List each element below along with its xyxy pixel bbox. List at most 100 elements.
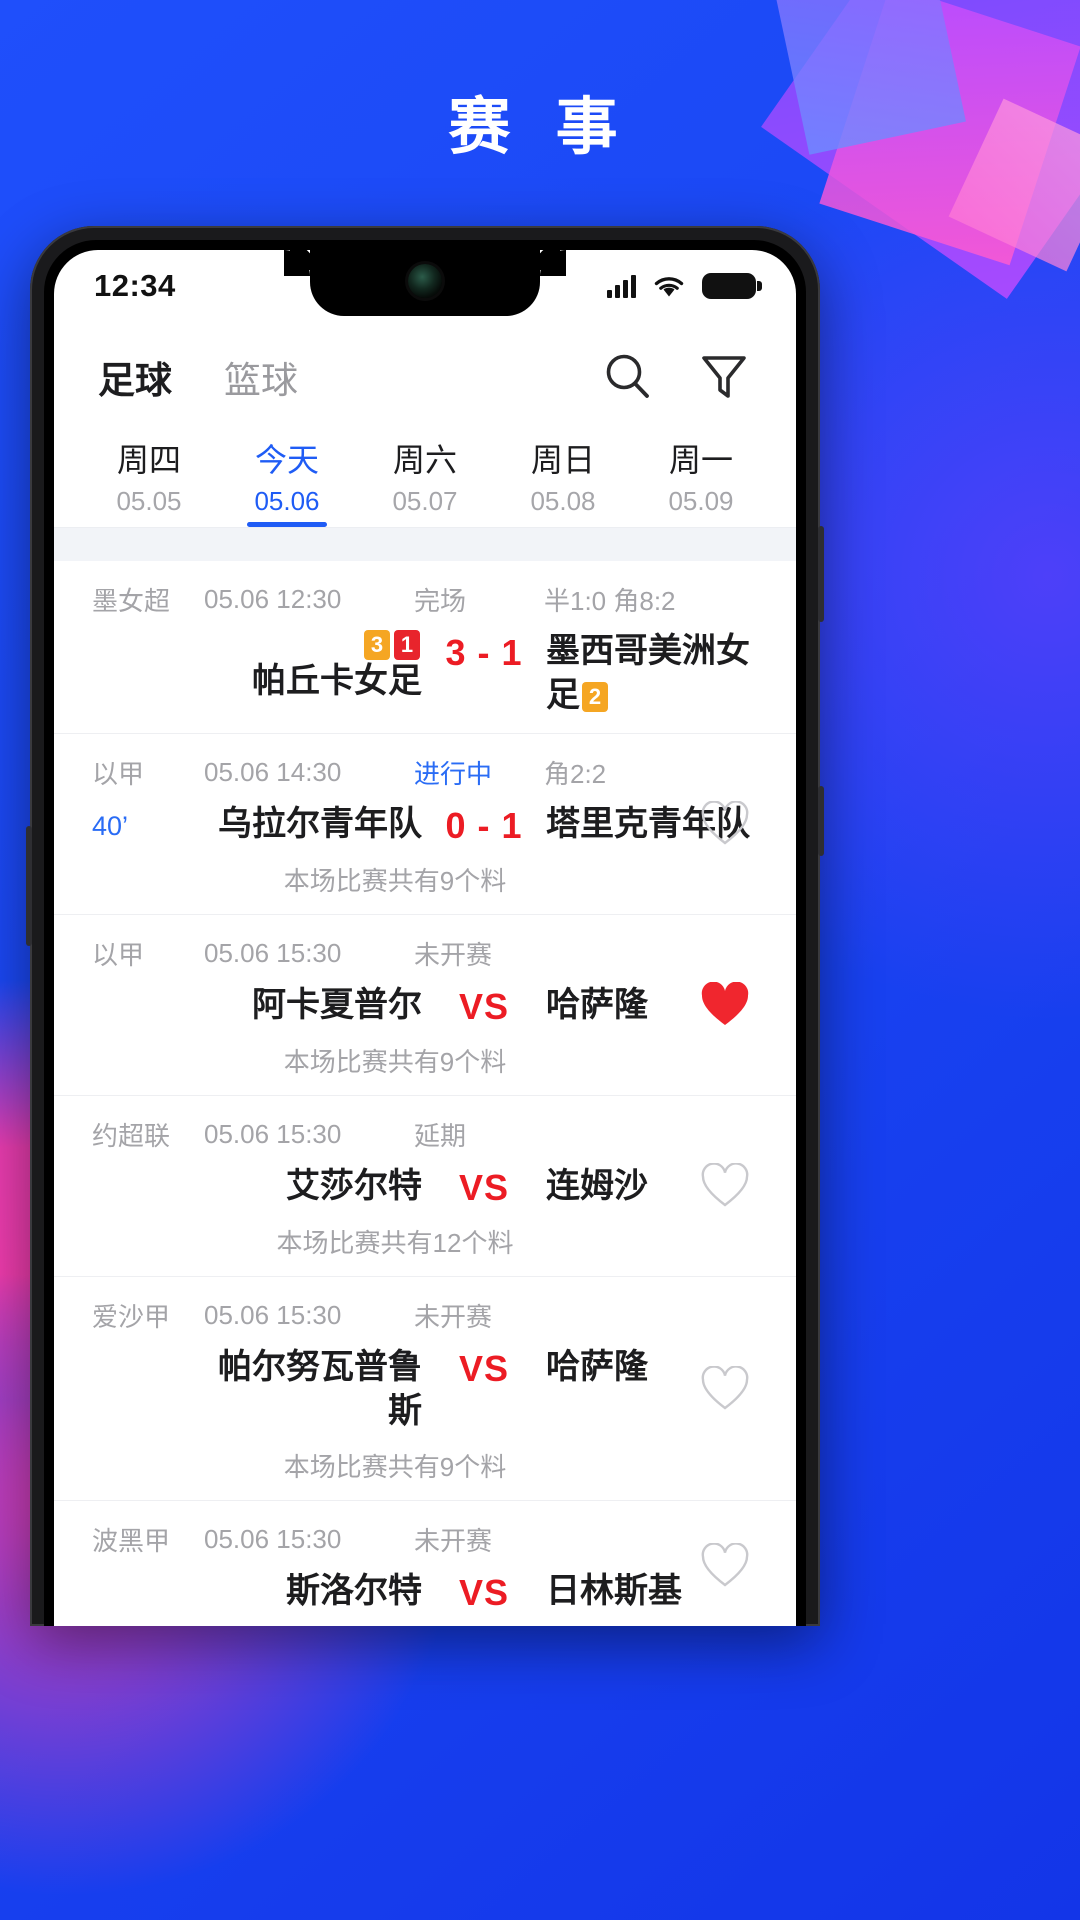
match-minute [54, 1570, 204, 1578]
match-time: 05.06 15:30 [204, 1524, 342, 1555]
home-team-name: 帕丘卡女足 [252, 662, 422, 701]
match-status: 进行中 [414, 759, 493, 790]
date-tab-05.09[interactable]: 周一 05.09 [632, 440, 770, 527]
match-score: 0 - 1 [445, 805, 523, 847]
match-row[interactable]: 以甲 05.06 15:30 未开赛 阿卡夏普尔 VS 哈萨隆 本场比赛共有9个料 [54, 915, 796, 1097]
match-body: 帕尔努瓦普鲁斯 VS 哈萨隆 [54, 1346, 796, 1433]
phone-power-button [818, 526, 824, 622]
match-score: VS [458, 986, 510, 1028]
match-body: 阿卡夏普尔 VS 哈萨隆 [54, 984, 796, 1028]
date-tab-date: 05.05 [116, 486, 182, 516]
favorite-heart-icon[interactable] [698, 978, 752, 1032]
match-time: 05.06 12:30 [204, 584, 342, 615]
match-tips-note: 本场比赛共有9个料 [283, 1452, 507, 1483]
match-meta: 波黑甲 05.06 15:30 未开赛 [54, 1521, 796, 1558]
match-extra-stats: 角2:2 [544, 759, 607, 790]
date-tabbar: 周四 05.05 今天 05.06 周六 05.07 周日 05.08 周一 05.09 [54, 432, 796, 527]
favorite-heart-icon[interactable] [698, 1159, 752, 1213]
date-tab-05.05[interactable]: 周四 05.05 [80, 440, 218, 527]
match-minute [54, 984, 204, 992]
match-tips-note: 本场比赛共有9个料 [283, 866, 507, 897]
match-body: 3 1 帕丘卡女足 3 - 1 墨西哥美洲女足 2 [54, 630, 796, 717]
match-league: 约超联 [92, 1121, 171, 1152]
page-title: 赛 事 [448, 93, 632, 162]
tab-basketball[interactable]: 篮球 [224, 350, 298, 404]
date-tab-05.07[interactable]: 周六 05.07 [356, 440, 494, 527]
match-list: 墨女超 05.06 12:30 完场 半1:0 角8:2 3 1 帕丘卡女足 3 - 1 墨西哥… [54, 561, 796, 1626]
date-tab-05.06[interactable]: 今天 05.06 [218, 440, 356, 527]
match-meta: 以甲 05.06 14:30 进行中 角2:2 [54, 754, 796, 791]
phone-frame: 12:34 足球 篮球 周四 05.05 今天 05.06 周六 05.07 周… [26, 226, 824, 1626]
away-team-name: 连姆沙 [546, 1167, 648, 1206]
match-league: 以甲 [92, 940, 145, 971]
match-row[interactable]: 墨女超 05.06 12:30 完场 半1:0 角8:2 3 1 帕丘卡女足 3 - 1 墨西哥… [54, 561, 796, 735]
date-tab-day: 周日 [530, 442, 595, 478]
team-badge: 1 [394, 630, 420, 661]
match-row[interactable]: 约超联 05.06 15:30 延期艾莎尔特 VS 连姆沙本场比赛共有12个料 [54, 1096, 796, 1278]
home-team-name: 帕尔努瓦普鲁斯 [218, 1348, 422, 1430]
match-home-team: 阿卡夏普尔 [204, 984, 422, 1028]
date-tab-day: 周六 [392, 442, 457, 478]
favorite-heart-icon[interactable] [698, 1539, 752, 1593]
match-row[interactable]: 爱沙甲 05.06 15:30 未开赛帕尔努瓦普鲁斯 VS 哈萨隆本场比赛共有9个料 [54, 1277, 796, 1502]
date-tab-day: 周一 [668, 442, 733, 478]
match-home-team: 3 1 帕丘卡女足 [204, 630, 422, 704]
team-badge: 3 [364, 630, 390, 661]
date-tab-date: 05.06 [254, 486, 320, 516]
match-score: VS [458, 1348, 510, 1390]
away-team-name: 哈萨隆 [546, 986, 648, 1025]
match-home-team: 乌拉尔青年队 [204, 803, 422, 847]
list-separator-strip [54, 527, 796, 562]
search-icon[interactable] [600, 349, 656, 405]
status-bar: 12:34 [54, 250, 796, 322]
sport-tabbar: 足球 篮球 [54, 322, 796, 432]
away-team-name: 日林斯基 [546, 1572, 682, 1611]
away-team-name: 墨西哥美洲女足 [546, 632, 750, 714]
date-tab-date: 05.07 [392, 486, 458, 516]
filter-icon[interactable] [696, 349, 752, 405]
match-league: 以甲 [92, 759, 145, 790]
home-team-name: 阿卡夏普尔 [252, 986, 422, 1025]
match-minute [54, 1346, 204, 1354]
match-extra-stats: 半1:0 角8:2 [544, 586, 676, 617]
match-body: 斯洛尔特 VS 日林斯基 [54, 1570, 796, 1614]
team-badge: 2 [582, 681, 608, 712]
date-tab-05.08[interactable]: 周日 05.08 [494, 440, 632, 527]
favorite-heart-icon[interactable] [698, 797, 752, 851]
match-meta: 爱沙甲 05.06 15:30 未开赛 [54, 1297, 796, 1334]
home-team-name: 乌拉尔青年队 [218, 805, 422, 844]
match-row[interactable]: 波黑甲 05.06 15:30 未开赛斯洛尔特 VS 日林斯基 [54, 1501, 796, 1626]
date-tab-date: 05.08 [530, 486, 596, 516]
match-home-team: 斯洛尔特 [204, 1570, 422, 1614]
match-body: 艾莎尔特 VS 连姆沙 [54, 1165, 796, 1209]
match-minute [54, 1165, 204, 1173]
match-meta: 约超联 05.06 15:30 延期 [54, 1116, 796, 1153]
wifi-icon [654, 277, 684, 297]
match-body: 40’ 乌拉尔青年队 0 - 1 塔里克青年队 [54, 803, 796, 847]
date-tab-day: 今天 [254, 442, 319, 478]
phone-side-button-left [26, 826, 32, 946]
match-minute [54, 630, 204, 638]
match-league: 爱沙甲 [92, 1302, 171, 1333]
tab-football[interactable]: 足球 [98, 350, 172, 404]
home-team-name: 斯洛尔特 [286, 1572, 422, 1611]
match-status: 完场 [414, 586, 467, 617]
home-team-name: 艾莎尔特 [286, 1167, 422, 1206]
battery-icon [702, 273, 762, 299]
away-team-name: 哈萨隆 [546, 1348, 648, 1387]
date-tab-date: 05.09 [668, 486, 734, 516]
match-status: 未开赛 [414, 1526, 493, 1557]
match-row[interactable]: 以甲 05.06 14:30 进行中 角2:2 40’ 乌拉尔青年队 0 - 1 塔里克青年队… [54, 734, 796, 916]
favorite-heart-icon[interactable] [698, 1362, 752, 1416]
match-league: 波黑甲 [92, 1526, 171, 1557]
date-tab-day: 周四 [116, 442, 181, 478]
match-status: 未开赛 [414, 940, 493, 971]
match-tips-note: 本场比赛共有12个料 [276, 1228, 514, 1259]
signal-icon [607, 274, 636, 298]
match-away-team: 墨西哥美洲女足 2 [546, 630, 764, 717]
match-home-team: 帕尔努瓦普鲁斯 [204, 1346, 422, 1433]
status-time: 12:34 [94, 268, 176, 303]
phone-volume-button [818, 786, 824, 856]
match-score: VS [458, 1572, 510, 1614]
match-score: 3 - 1 [445, 632, 523, 674]
